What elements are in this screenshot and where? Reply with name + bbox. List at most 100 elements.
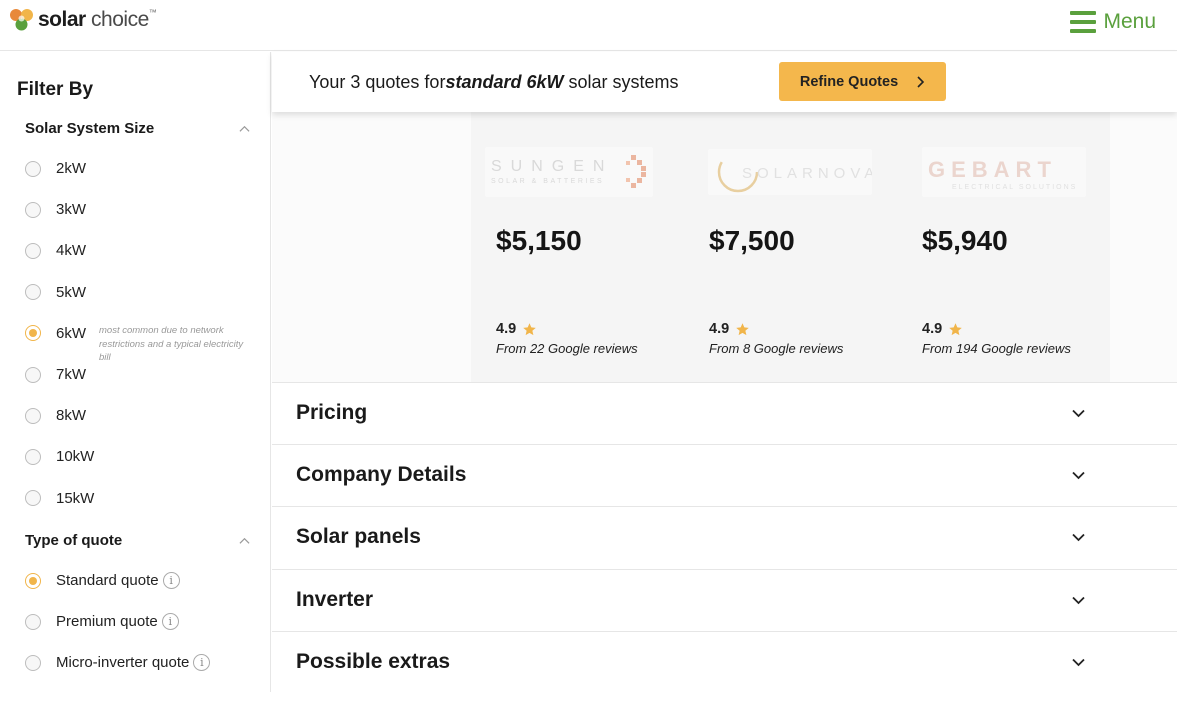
accordion-section[interactable]: Company Details (272, 444, 1177, 507)
hamburger-icon (1070, 11, 1097, 33)
size-option[interactable]: 3kW (25, 201, 86, 218)
solar-choice-logo[interactable]: solar choice™ (8, 6, 157, 34)
accordion-label: Inverter (296, 587, 374, 611)
size-section-title: Solar System Size (25, 120, 155, 137)
quote-emphasis: standard 6kW (445, 72, 564, 92)
radio-button[interactable] (25, 572, 41, 589)
logo-choice: choice (91, 8, 149, 31)
size-option-label: 6kW (56, 324, 86, 342)
review-count: From 22 Google reviews (496, 341, 638, 356)
logo-text: solar choice™ (38, 8, 157, 32)
svg-text:GEBART: GEBART (928, 157, 1057, 182)
accordion-section[interactable]: Possible extras (272, 630, 1177, 693)
chevron-down-icon (1072, 409, 1085, 418)
svg-text:SOLAR & BATTERIES: SOLAR & BATTERIES (491, 178, 604, 185)
google-rating: 4.9 (496, 321, 537, 337)
accordion-section[interactable]: Solar panels (272, 506, 1177, 569)
chevron-down-icon (1072, 658, 1085, 667)
svg-text:SUNGEN: SUNGEN (491, 158, 613, 175)
company-logo: SUNGEN SOLAR & BATTERIES (485, 147, 653, 197)
accordion-label: Possible extras (296, 649, 451, 673)
quote-card[interactable]: SUNGEN SOLAR & BATTERIES $5,150 4.9 From… (471, 112, 684, 382)
accordion-label: Pricing (296, 401, 368, 424)
size-option[interactable]: 8kW (25, 407, 86, 424)
radio-button[interactable] (25, 366, 41, 383)
size-option-label: 4kW (56, 242, 86, 260)
size-option[interactable]: 10kW (25, 448, 94, 465)
quote-type-option[interactable]: Standard quote i (25, 572, 180, 589)
logo-tm: ™ (148, 8, 157, 17)
review-count: From 194 Google reviews (922, 341, 1071, 356)
site-header: solar choice™ Menu (0, 0, 1177, 51)
accordion-section[interactable]: Pricing (272, 382, 1177, 444)
refine-quotes-button[interactable]: Refine Quotes (779, 62, 946, 101)
size-option[interactable]: 5kW (25, 284, 86, 301)
svg-text:ELECTRICAL SOLUTIONS: ELECTRICAL SOLUTIONS (952, 184, 1077, 191)
star-icon (949, 322, 962, 335)
size-option-label: 7kW (56, 366, 86, 383)
size-section-header[interactable]: Solar System Size (25, 120, 250, 137)
logo-solar: solar (38, 8, 86, 31)
filter-title: Filter By (17, 79, 94, 100)
size-option-label: 8kW (56, 407, 86, 425)
size-option[interactable]: 4kW (25, 242, 86, 259)
size-option[interactable]: 2kW (25, 160, 86, 177)
filter-sidebar: Filter By Solar System Size 2kW 3kW 4kW 5kW… (0, 52, 271, 692)
quote-card[interactable]: GEBART ELECTRICAL SOLUTIONS $5,940 4.9 F… (897, 112, 1110, 382)
accordion-label: Solar panels (296, 525, 421, 549)
radio-button[interactable] (25, 448, 41, 465)
chevron-up-icon (239, 537, 250, 544)
quote-type-option[interactable]: Premium quote i (25, 613, 179, 631)
review-count: From 8 Google reviews (709, 341, 844, 356)
size-option[interactable]: 6kW (25, 325, 86, 342)
quote-type-label: Micro-inverter quote (56, 654, 190, 672)
size-option-label: 10kW (56, 448, 95, 466)
radio-button[interactable] (25, 201, 41, 218)
svg-text:SOLARNOVA: SOLARNOVA (742, 165, 872, 182)
chevron-right-icon (917, 75, 925, 88)
accordion-section[interactable]: Inverter (272, 568, 1177, 631)
star-icon (736, 322, 749, 335)
star-icon (523, 322, 536, 335)
radio-button[interactable] (25, 284, 41, 301)
info-icon[interactable]: i (193, 654, 211, 672)
chevron-up-icon (239, 125, 250, 132)
radio-button[interactable] (25, 490, 41, 507)
rating-value: 4.9 (496, 321, 517, 337)
refine-quotes-label: Refine Quotes (799, 73, 899, 90)
menu-label: Menu (1103, 10, 1156, 33)
logo-mark-icon (10, 9, 33, 31)
quote-card[interactable]: SOLARNOVA $7,500 4.9 From 8 Google revie… (684, 112, 897, 382)
size-option[interactable]: 15kW (25, 490, 94, 507)
quote-prefix: Your 3 quotes for (309, 72, 446, 92)
quote-price: $5,940 (922, 225, 1008, 256)
quote-price: $7,500 (709, 225, 795, 256)
size-option-label: 15kW (56, 489, 95, 507)
radio-button[interactable] (25, 654, 41, 671)
google-rating: 4.9 (922, 321, 963, 337)
menu-button[interactable]: Menu (1070, 10, 1156, 34)
quote-price: $5,150 (496, 225, 582, 256)
radio-button[interactable] (25, 613, 41, 630)
radio-button[interactable] (25, 242, 41, 259)
accordion-label: Company Details (296, 463, 467, 487)
rating-value: 4.9 (709, 321, 730, 337)
info-icon[interactable]: i (161, 613, 179, 631)
chevron-down-icon (1072, 534, 1085, 542)
size-option-label: 5kW (56, 283, 86, 301)
radio-button[interactable] (25, 407, 41, 424)
radio-button[interactable] (25, 325, 41, 342)
quote-suffix: solar systems (563, 72, 679, 92)
size-option-label: 3kW (56, 201, 86, 219)
quote-type-option[interactable]: Micro-inverter quote i (25, 654, 211, 672)
chevron-down-icon (1072, 472, 1085, 480)
rating-value: 4.9 (922, 321, 943, 337)
chevron-down-icon (1072, 596, 1085, 604)
google-rating: 4.9 (709, 321, 750, 337)
quote-type-label: Premium quote (56, 613, 158, 631)
quote-type-label: Standard quote (56, 572, 159, 589)
info-icon[interactable]: i (162, 572, 180, 589)
type-section-header[interactable]: Type of quote (25, 532, 250, 549)
size-option[interactable]: 7kW (25, 366, 86, 383)
radio-button[interactable] (25, 160, 41, 177)
